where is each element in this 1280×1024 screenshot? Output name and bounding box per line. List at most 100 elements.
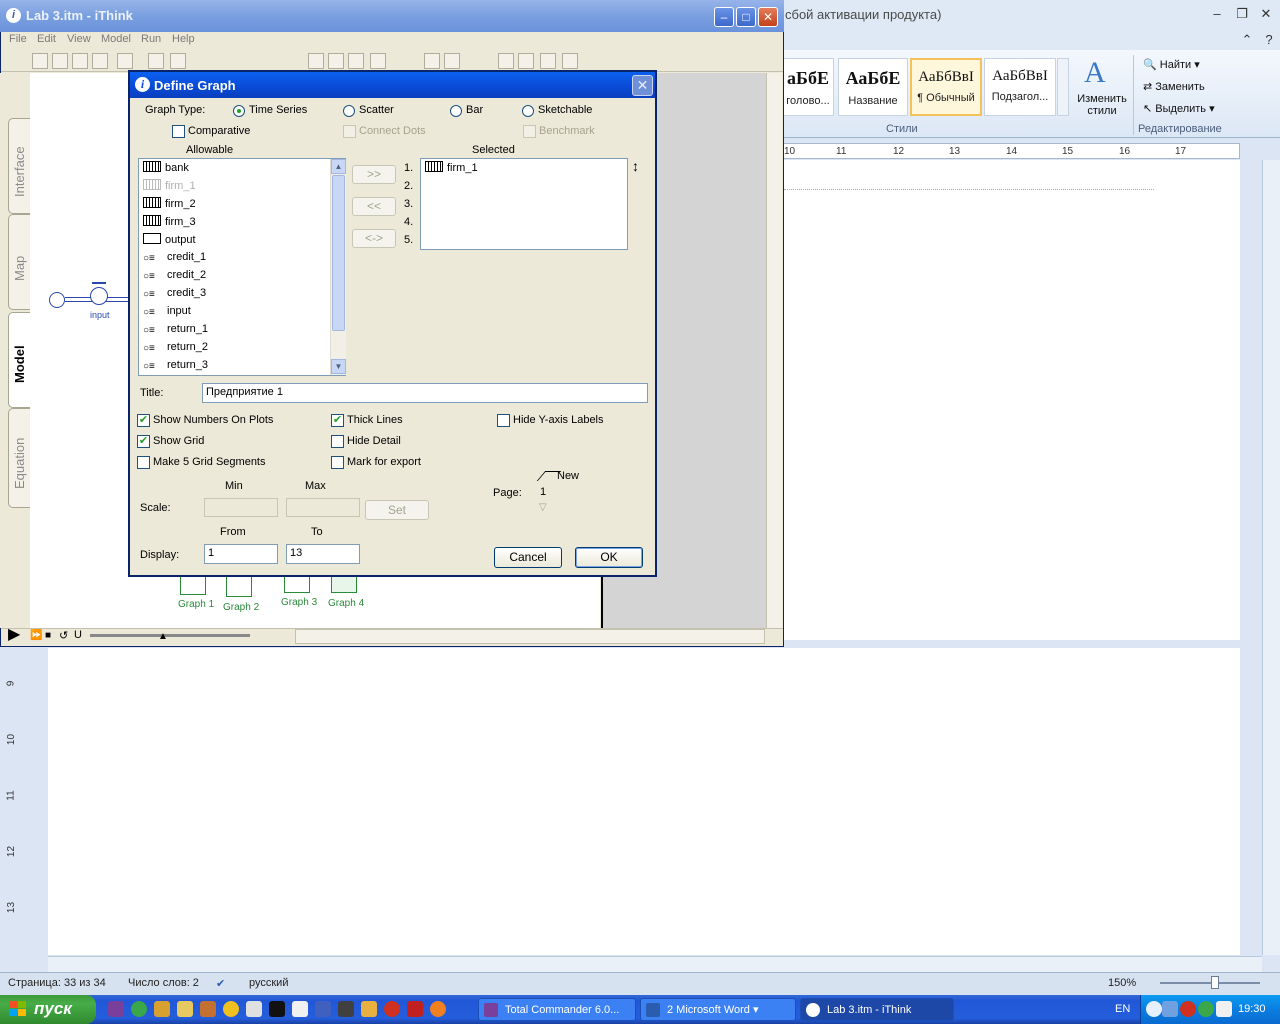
swap-button[interactable]: <-> (352, 229, 396, 248)
zoom-slider[interactable] (1160, 982, 1260, 984)
find-button[interactable]: 🔍 Найти ▾ (1143, 58, 1200, 71)
input-language[interactable]: EN (1115, 1003, 1130, 1015)
quicklaunch-icon[interactable] (108, 1001, 124, 1017)
benchmark-checkbox[interactable] (523, 125, 536, 138)
status-word-count[interactable]: Число слов: 2 (128, 977, 199, 989)
list-item[interactable]: output (143, 233, 196, 251)
allowable-list[interactable]: bank firm_1 firm_2 firm_3 output ○≡ credi… (138, 158, 346, 376)
list-item[interactable]: firm_1 (143, 179, 196, 197)
radio-scatter[interactable] (343, 105, 355, 117)
run-slider[interactable] (90, 634, 250, 637)
scroll-up-icon[interactable]: ▲ (331, 159, 346, 174)
document-page[interactable] (48, 648, 1240, 955)
list-item[interactable]: firm_1 (425, 161, 478, 179)
menu-edit[interactable]: Edit (37, 33, 56, 45)
word-restore-button[interactable]: ❐ (1233, 6, 1251, 22)
remove-button[interactable]: << (352, 197, 396, 216)
tab-interface[interactable]: Interface (8, 118, 30, 214)
status-page[interactable]: Страница: 33 из 34 (8, 977, 106, 989)
show-numbers-checkbox[interactable]: ✔ (137, 414, 150, 427)
flow-valve-icon[interactable] (90, 287, 108, 305)
sector-tool-icon[interactable] (170, 53, 186, 69)
list-item[interactable]: ○≡ return_3 (143, 359, 208, 377)
display-to-input[interactable]: 13 (286, 544, 360, 564)
radio-scatter-label[interactable]: Scatter (359, 104, 394, 116)
make-5-grid-label[interactable]: Make 5 Grid Segments (153, 456, 266, 468)
ithink-close-button[interactable]: ✕ (758, 7, 778, 27)
menu-view[interactable]: View (67, 33, 91, 45)
menu-model[interactable]: Model (101, 33, 131, 45)
help-tool-icon[interactable] (148, 53, 164, 69)
comparative-label[interactable]: Comparative (188, 125, 250, 137)
connector-tool-icon[interactable] (92, 53, 108, 69)
run-fastforward-icon[interactable]: ⏩ (30, 630, 42, 641)
task-microsoft-word[interactable]: 2 Microsoft Word ▾ (640, 998, 796, 1021)
comparative-checkbox[interactable] (172, 125, 185, 138)
show-grid-label[interactable]: Show Grid (153, 435, 204, 447)
make-5-grid-checkbox[interactable] (137, 456, 150, 469)
style-tile-subtitle[interactable]: АаБбВвI Подзагол... (984, 58, 1056, 116)
connect-dots-label[interactable]: Connect Dots (359, 125, 426, 137)
canvas-horizontal-scrollbar[interactable] (295, 629, 765, 644)
list-item[interactable]: ○≡ credit_3 (143, 287, 206, 305)
menu-help[interactable]: Help (172, 33, 195, 45)
cancel-button[interactable]: Cancel (494, 547, 562, 568)
radio-time-series[interactable] (233, 105, 245, 117)
document-page-top[interactable] (780, 160, 1240, 640)
list-item[interactable]: ○≡ credit_2 (143, 269, 206, 287)
reorder-arrows-icon[interactable]: ↕ (632, 158, 639, 174)
list-item[interactable]: ○≡ credit_1 (143, 251, 206, 269)
selected-list[interactable]: firm_1 (420, 158, 628, 250)
mark-export-label[interactable]: Mark for export (347, 456, 421, 468)
ghost-tool-icon[interactable] (562, 53, 578, 69)
show-grid-checkbox[interactable]: ✔ (137, 435, 150, 448)
converter-tool-icon[interactable] (72, 53, 88, 69)
run-slider-thumb-icon[interactable]: ▲ (158, 631, 168, 642)
list-item[interactable]: firm_2 (143, 197, 196, 215)
ithink-minimize-button[interactable]: – (714, 7, 734, 27)
status-language[interactable]: русский (249, 977, 288, 989)
tab-model[interactable]: Model (8, 312, 31, 408)
menu-run[interactable]: Run (141, 33, 161, 45)
list-item[interactable]: ○≡ input (143, 305, 191, 323)
zoom-slider-thumb[interactable] (1211, 976, 1219, 989)
tab-equation[interactable]: Equation (8, 408, 30, 508)
radio-sketchable[interactable] (522, 105, 534, 117)
button-tool-icon[interactable] (370, 53, 386, 69)
tray-volume-icon[interactable] (1216, 1001, 1232, 1017)
tab-map[interactable]: Map (8, 214, 30, 310)
help-icon[interactable]: ? (1260, 32, 1278, 48)
hide-detail-label[interactable]: Hide Detail (347, 435, 401, 447)
set-button[interactable]: Set (365, 500, 429, 520)
quicklaunch-icon[interactable] (361, 1001, 377, 1017)
task-ithink[interactable]: Lab 3.itm - iThink (800, 998, 954, 1021)
display-from-input[interactable]: 1 (204, 544, 278, 564)
proofing-icon[interactable]: ✔ (216, 977, 225, 990)
run-stop-icon[interactable]: ■ (45, 630, 51, 641)
pointer-tool-icon[interactable] (498, 53, 514, 69)
ribbon-collapse-icon[interactable]: ⌃ (1238, 32, 1256, 48)
tray-antivirus-icon[interactable] (1180, 1001, 1196, 1017)
quicklaunch-icon[interactable] (430, 1001, 446, 1017)
change-styles-button[interactable]: Изменить стили (1075, 93, 1129, 117)
run-restore-icon[interactable]: ↺ (59, 629, 68, 642)
style-tile-heading[interactable]: аБбЕ головo... (782, 58, 834, 116)
task-total-commander[interactable]: Total Commander 6.0... (478, 998, 636, 1021)
radio-bar[interactable] (450, 105, 462, 117)
scroll-thumb[interactable] (332, 175, 345, 331)
decision-tool-icon[interactable] (117, 53, 133, 69)
replace-button[interactable]: ⇄ Заменить (1143, 80, 1205, 93)
tray-network-icon[interactable] (1162, 1001, 1178, 1017)
ok-button[interactable]: OK (575, 547, 643, 568)
flow-tool-icon[interactable] (52, 53, 68, 69)
quicklaunch-icon[interactable] (292, 1001, 308, 1017)
word-close-button[interactable]: ✕ (1257, 6, 1275, 22)
thick-lines-label[interactable]: Thick Lines (347, 414, 403, 426)
document-horizontal-scrollbar[interactable] (48, 956, 1262, 972)
quicklaunch-icon[interactable] (407, 1001, 423, 1017)
scale-max-input[interactable] (286, 498, 360, 517)
allowable-scrollbar[interactable]: ▲ ▼ (330, 159, 346, 375)
quicklaunch-icon[interactable] (177, 1001, 193, 1017)
run-u-icon[interactable]: U (74, 629, 82, 641)
hide-detail-checkbox[interactable] (331, 435, 344, 448)
